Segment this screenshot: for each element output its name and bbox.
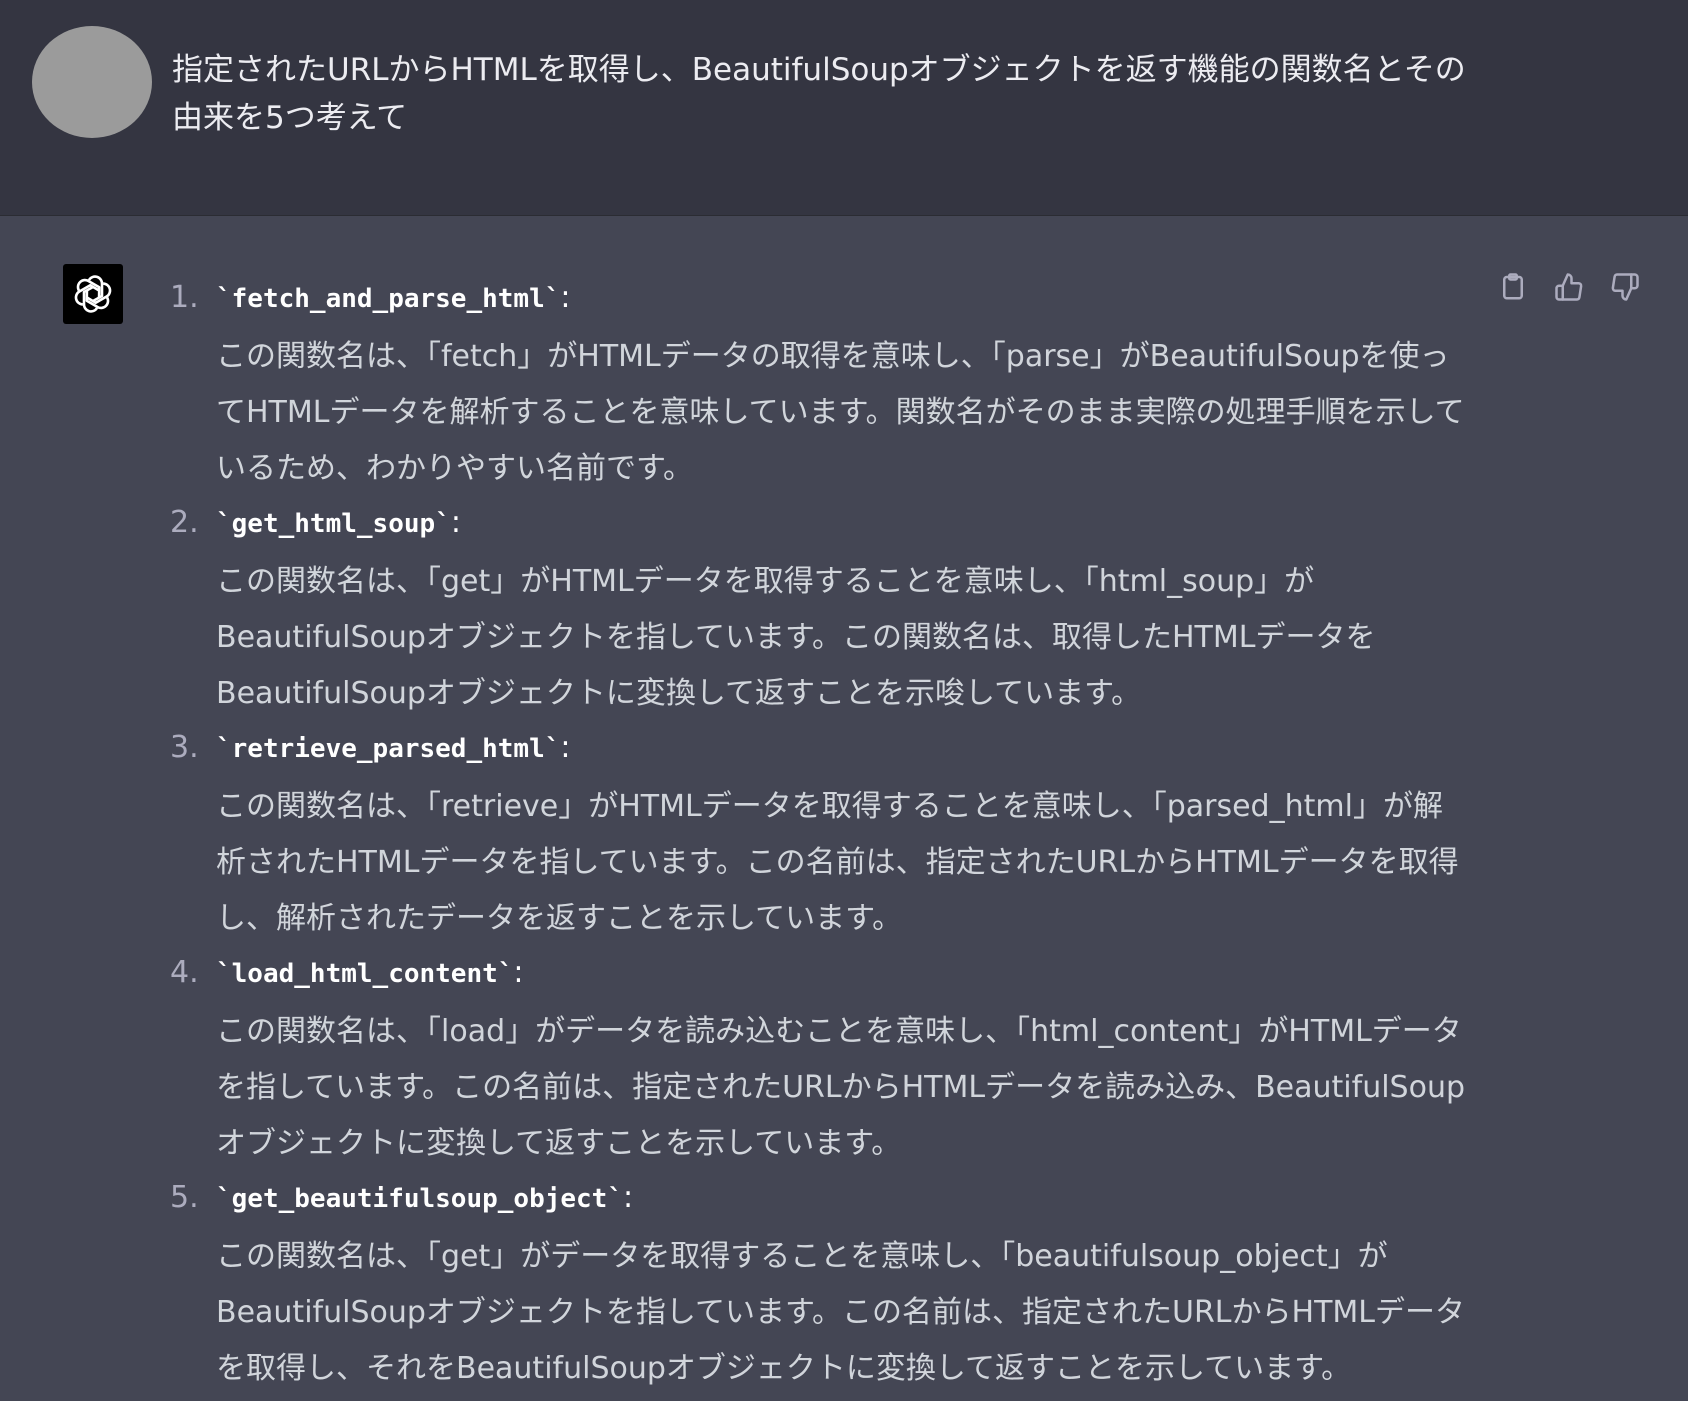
function-name: get_beautifulsoup_object [231,1184,608,1214]
thumbs-up-icon [1555,273,1583,301]
answer-item-1: 1. `fetch_and_parse_html`: この関数名は、「fetch… [0,276,1480,497]
copy-button[interactable] [1496,270,1530,304]
item-number: 5. [170,1180,199,1215]
function-name: fetch_and_parse_html [231,284,545,314]
item-heading: `get_html_soup`: [216,505,461,540]
answer-item-4: 4. `load_html_content`: この関数名は、「load」がデー… [0,951,1480,1172]
copy-icon [1503,273,1523,300]
item-heading: `get_beautifulsoup_object`: [216,1180,634,1215]
user-avatar [32,26,152,138]
user-message-row: 指定されたURLからHTMLを取得し、BeautifulSoupオブジェクトを返… [0,0,1688,216]
thumbs-down-button[interactable] [1608,270,1642,304]
item-heading: `retrieve_parsed_html`: [216,730,571,765]
item-number: 1. [170,280,199,315]
function-name: load_html_content [231,959,498,989]
item-number: 4. [170,955,199,990]
assistant-message-row: 1. `fetch_and_parse_html`: この関数名は、「fetch… [0,216,1688,1399]
item-number: 3. [170,730,199,765]
item-number: 2. [170,505,199,540]
answer-item-2: 2. `get_html_soup`: この関数名は、「get」がHTMLデータ… [0,501,1480,722]
function-name: get_html_soup [231,509,436,539]
message-actions [1496,270,1642,304]
answer-item-5: 5. `get_beautifulsoup_object`: この関数名は、「g… [0,1176,1480,1397]
item-description: この関数名は、「get」がHTMLデータを取得することを意味し、「html_so… [216,564,1376,711]
thumbs-down-icon [1611,273,1639,301]
function-name: retrieve_parsed_html [231,734,545,764]
thumbs-up-button[interactable] [1552,270,1586,304]
item-heading: `fetch_and_parse_html`: [216,280,571,315]
user-message-text: 指定されたURLからHTMLを取得し、BeautifulSoupオブジェクトを返… [172,52,1466,136]
answer-item-3: 3. `retrieve_parsed_html`: この関数名は、「retri… [0,726,1480,947]
item-heading: `load_html_content`: [216,955,524,990]
item-description: この関数名は、「load」がデータを読み込むことを意味し、「html_conte… [216,1014,1465,1161]
item-description: この関数名は、「retrieve」がHTMLデータを取得することを意味し、「pa… [216,789,1459,936]
item-description: この関数名は、「fetch」がHTMLデータの取得を意味し、「parse」がBe… [216,339,1465,486]
answer-list: 1. `fetch_and_parse_html`: この関数名は、「fetch… [0,276,1480,1401]
item-description: この関数名は、「get」がデータを取得することを意味し、「beautifulso… [216,1239,1465,1386]
